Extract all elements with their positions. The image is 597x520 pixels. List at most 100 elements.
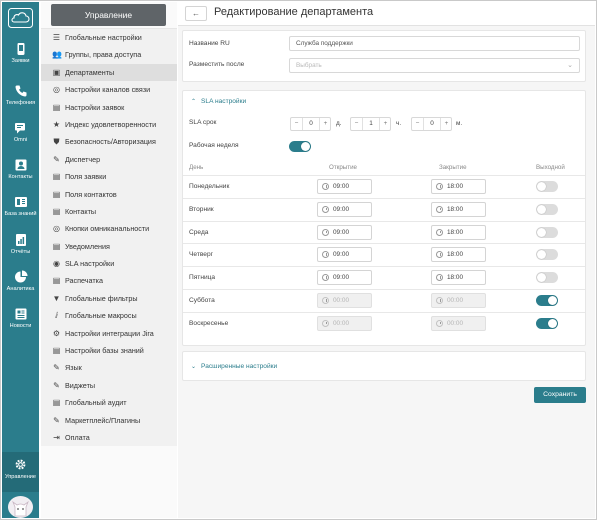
minus-button[interactable]: − [412,118,424,130]
menu-item[interactable]: ⛊ Безопасность/Авторизация [41,133,177,150]
menu-item[interactable]: ▤ Поля заявки [41,168,177,185]
open-time-input[interactable]: 00:00 [317,315,372,331]
rail-item-label: Аналитика [6,286,35,292]
sla-minutes-value[interactable]: 0 [424,118,440,130]
rail-item-tickets[interactable]: Заявки [2,42,39,64]
menu-item[interactable]: ▤ Контакты [41,203,177,220]
workweek-toggle[interactable] [289,141,311,152]
sla-section-title: SLA настройки [201,98,247,105]
day-off-toggle[interactable] [536,272,558,284]
sla-hours-value[interactable]: 1 [363,118,379,130]
close-time-value: 18:00 [447,251,463,259]
menu-item[interactable]: ▤ Настройки заявок [41,99,177,116]
toggle-knob [548,296,557,305]
clock-icon [322,205,329,213]
menu-item-label: Глобальные настройки [65,33,142,42]
place-after-select[interactable]: Выбрать ⌄ [289,58,580,73]
close-time-input[interactable]: 18:00 [431,179,486,194]
plus-button[interactable]: + [379,118,391,130]
rail-item-telephony[interactable]: Телефония [2,84,39,106]
close-time-input[interactable]: 18:00 [431,270,486,286]
menu-item[interactable]: ✎ Язык [41,359,177,376]
day-off-toggle[interactable] [536,181,558,192]
menu-item[interactable]: ◉ SLA настройки [41,255,177,272]
open-time-input[interactable]: 09:00 [317,179,372,194]
rail-item-management[interactable]: Управление [2,452,39,492]
menu-item[interactable]: ▤ Распечатка [41,272,177,289]
menu-item[interactable]: ⇥ Оплата [41,429,177,446]
day-off-toggle[interactable] [536,295,558,306]
name-input[interactable]: Служба поддержки [289,36,580,51]
chevron-up-icon: ⌃ [191,99,197,105]
rail-item-label: Заявки [11,58,30,64]
rail-item-reports[interactable]: Отчёты [2,233,39,255]
col-day-off: Выходной [536,164,565,171]
clock-icon [436,183,443,190]
menu-item[interactable]: ▤ Поля контактов [41,186,177,203]
minus-button[interactable]: − [291,118,303,130]
clock-icon [436,274,443,282]
cloud-logo-icon[interactable] [8,8,33,28]
col-open: Открытие [329,164,357,171]
menu-item-label: Группы, права доступа [65,50,142,60]
menu-item[interactable]: ▤ Настройки базы знаний [41,342,177,359]
open-time-input[interactable]: 00:00 [317,293,372,308]
menu-item-label: Настройки интеграции Jira [65,328,154,338]
menu-item[interactable]: ✎ Маркетплейс/Плагины [41,412,177,429]
menu-item[interactable]: ▤ Глобальный аудит [41,394,177,411]
day-off-toggle[interactable] [536,226,558,238]
rail-item-omni[interactable]: Omni [2,121,39,143]
toggle-knob [537,182,546,191]
day-off-toggle[interactable] [536,317,558,329]
menu-item[interactable]: 👥 Группы, права доступа [41,46,177,63]
menu-item[interactable]: ▤ Уведомления [41,238,177,255]
omni-buttons-icon: ◎ [53,224,60,234]
menu-item[interactable]: ✎ Виджеты [41,377,177,394]
save-button[interactable]: Сохранить [534,387,586,403]
menu-item-label: Маркетплейс/Плагины [65,415,141,425]
open-time-input[interactable]: 09:00 [317,270,372,286]
menu-item[interactable]: ☰ Глобальные настройки [41,29,177,46]
rail-item-news[interactable]: Новости [2,307,39,329]
plus-button[interactable]: + [319,118,331,130]
menu-title: Управление [51,4,166,26]
sla-days-stepper[interactable]: − 0 + [290,117,331,131]
menu-item-label: Диспетчер [65,154,101,164]
avatar[interactable] [8,496,33,518]
widgets-icon: ✎ [53,380,60,390]
close-time-input[interactable]: 18:00 [431,247,486,263]
phone-icon [15,85,26,97]
sla-section-toggle[interactable]: ⌃ SLA настройки [191,98,246,105]
open-time-input[interactable]: 09:00 [317,224,372,240]
rail-item-knowledge-base[interactable]: База знаний [2,195,39,217]
open-time-input[interactable]: 09:00 [317,247,372,263]
menu-item[interactable]: ◎ Кнопки омниканальности [41,220,177,237]
day-off-toggle[interactable] [536,249,558,261]
close-time-input[interactable]: 18:00 [431,224,486,240]
close-time-input[interactable]: 00:00 [431,315,486,331]
menu-item[interactable]: ⅈ Глобальные макросы [41,307,177,324]
menu-item-label: Департаменты [65,67,115,77]
rail-item-analytics[interactable]: Аналитика [2,270,39,292]
menu-item[interactable]: ▼ Глобальные фильтры [41,290,177,307]
close-time-input[interactable]: 00:00 [431,293,486,308]
open-time-input[interactable]: 09:00 [317,201,372,217]
menu-item[interactable]: ◎ Настройки каналов связи [41,81,177,98]
menu-item[interactable]: ▣ Департаменты [41,63,177,82]
sla-hours-stepper[interactable]: − 1 + [350,117,391,131]
day-off-toggle[interactable] [536,203,558,215]
sla-minutes-stepper[interactable]: − 0 + [411,117,452,131]
sla-days-value[interactable]: 0 [303,118,319,130]
toggle-knob [537,204,546,214]
plus-button[interactable]: + [440,118,452,130]
back-button[interactable]: ← [185,6,207,21]
advanced-section-toggle[interactable]: ⌄ Расширенные настройки [191,363,277,370]
minus-button[interactable]: − [351,118,363,130]
rail-item-contacts[interactable]: Контакты [2,158,39,180]
kb-settings-icon: ▤ [52,346,61,356]
close-time-input[interactable]: 18:00 [431,201,486,217]
menu-item[interactable]: ✎ Диспетчер [41,151,177,168]
menu-item-label: Настройки базы знаний [65,346,144,356]
menu-item[interactable]: ⚙ Настройки интеграции Jira [41,325,177,342]
menu-item[interactable]: ★ Индекс удовлетворенности [41,116,177,133]
